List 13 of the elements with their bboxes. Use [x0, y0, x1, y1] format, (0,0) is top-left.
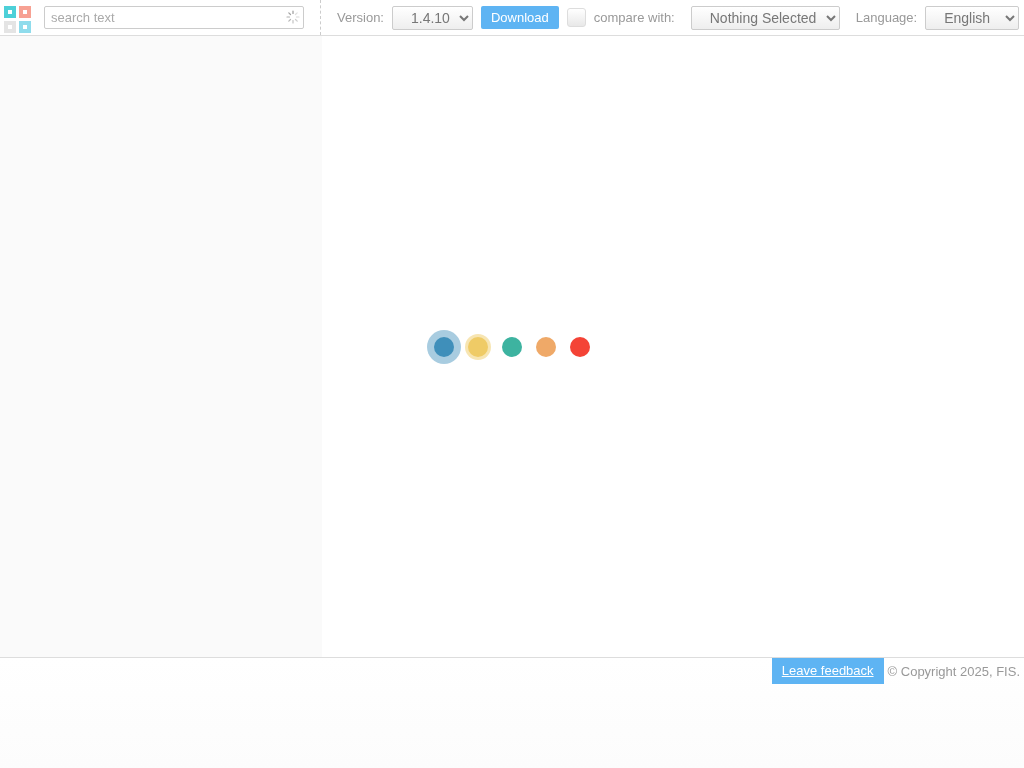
language-select[interactable]: English	[925, 5, 1020, 30]
compare-checkbox[interactable]	[566, 8, 586, 27]
language-label: Language:	[855, 8, 918, 27]
logo-icon	[4, 5, 31, 33]
compare-label: compare with:	[593, 8, 675, 27]
spinner-icon	[286, 10, 300, 24]
version-label: Version:	[337, 8, 384, 27]
search-field[interactable]: search text	[44, 6, 304, 29]
leave-feedback-link[interactable]: Leave feedback	[771, 658, 884, 684]
download-button[interactable]: Download	[481, 6, 559, 29]
copyright-text: © Copyright 2025, FIS.	[887, 663, 1020, 681]
version-select[interactable]: 1.4.10	[392, 5, 473, 30]
compare-select[interactable]: Nothing Selected	[690, 5, 840, 30]
